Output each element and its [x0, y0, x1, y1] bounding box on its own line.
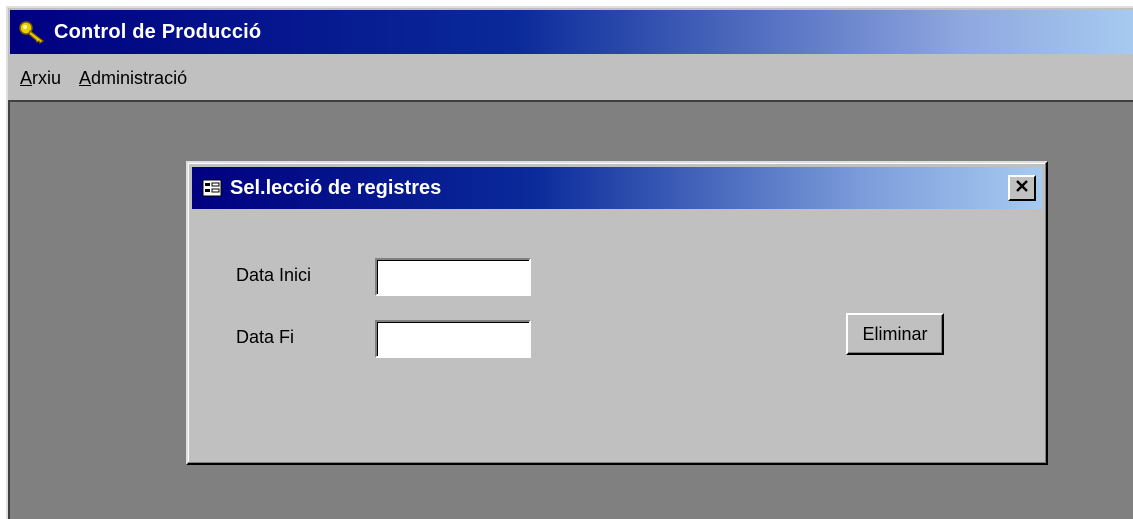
close-button[interactable] — [1008, 175, 1036, 201]
menu-bar: Arxiu Administració — [10, 56, 1133, 101]
menu-arxiu[interactable]: Arxiu — [12, 68, 69, 89]
dialog-title: Sel.lecció de registres — [230, 176, 442, 199]
main-title-bar[interactable]: Control de Producció — [10, 10, 1133, 54]
form-icon — [200, 178, 224, 198]
menu-administracio[interactable]: Administració — [71, 68, 195, 89]
main-window: Control de Producció Arxiu Administració… — [6, 6, 1133, 519]
start-date-input[interactable] — [375, 258, 531, 296]
start-date-label: Data Inici — [236, 265, 312, 285]
key-icon — [16, 17, 50, 47]
delete-button[interactable]: Eliminar — [846, 313, 944, 355]
dialog-title-bar[interactable]: Sel.lecció de registres — [192, 167, 1042, 209]
app-title: Control de Producció — [54, 20, 262, 43]
close-icon — [1015, 179, 1029, 198]
end-date-label: Data Fi — [236, 327, 295, 347]
mdi-client-area: Sel.lecció de registres Data Inici Data … — [8, 100, 1133, 519]
record-selection-dialog: Sel.lecció de registres Data Inici Data … — [186, 161, 1048, 465]
end-date-input[interactable] — [375, 320, 531, 358]
